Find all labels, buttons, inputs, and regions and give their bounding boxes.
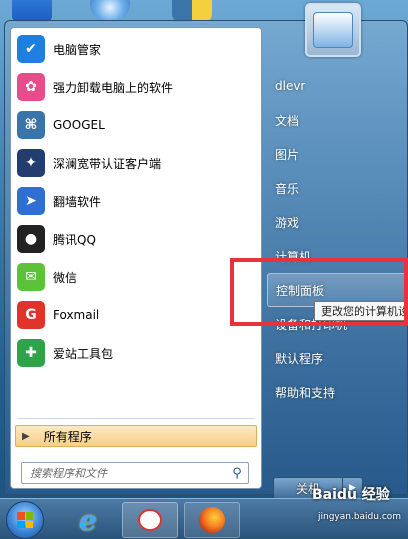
start-menu: ✔ 电脑管家 ✿ 强力卸载电脑上的软件 ⌘ GOOGEL ✦ 深澜宽带认证客户端 ➤ 翻墙软件 ● 腾…: [4, 3, 408, 499]
qq-penguin-icon: ●: [17, 225, 45, 253]
search-icon[interactable]: ⚲: [226, 463, 248, 483]
baidu-watermark: Baidu 经验: [312, 487, 390, 503]
program-item[interactable]: ✔ 电脑管家: [11, 30, 261, 68]
program-item[interactable]: ➤ 翻墙软件: [11, 182, 261, 220]
program-label: GOOGEL: [53, 118, 105, 132]
desktop-tencent-icon[interactable]: [12, 0, 52, 22]
all-programs-label: 所有程序: [43, 429, 92, 444]
program-item[interactable]: ✉ 微信: [11, 258, 261, 296]
user-account-picture[interactable]: [305, 3, 361, 57]
taskbar-firefox[interactable]: [184, 502, 240, 538]
program-item[interactable]: G Foxmail: [11, 296, 261, 334]
program-item[interactable]: ⌘ GOOGEL: [11, 106, 261, 144]
taskbar-paint[interactable]: [122, 502, 178, 538]
desktop-python-icon[interactable]: [172, 0, 212, 22]
all-programs-button[interactable]: ▶ 所有程序: [15, 425, 257, 447]
program-label: 电脑管家: [53, 42, 102, 57]
internet-explorer-icon: e: [79, 503, 97, 537]
uninstaller-icon: ✿: [17, 73, 45, 101]
right-menu-item[interactable]: 图片: [267, 137, 408, 171]
python-icon: ⌘: [17, 111, 45, 139]
start-button[interactable]: [6, 501, 44, 539]
taskbar-internet-explorer[interactable]: e: [60, 502, 116, 538]
right-menu-item[interactable]: 计算机: [267, 239, 408, 273]
desktop-vpn-icon[interactable]: [90, 0, 130, 22]
start-menu-right-pane: dlevr 文档 图片 音乐 游戏 计算机 控制面板 设备和打印机 默认程序 帮助和支持: [267, 69, 408, 409]
program-label: 腾讯QQ: [53, 232, 96, 247]
triangle-right-icon: ▶: [22, 430, 30, 442]
firefox-icon: [199, 507, 225, 533]
right-menu-item[interactable]: 文档: [267, 103, 408, 137]
right-menu-item[interactable]: 音乐: [267, 171, 408, 205]
program-label: 强力卸载电脑上的软件: [53, 80, 174, 95]
watermark-url: jingyan.baidu.com: [318, 512, 402, 522]
wechat-icon: ✉: [17, 263, 45, 291]
start-search-box[interactable]: ⚲: [21, 462, 249, 484]
program-item[interactable]: ✚ 爱站工具包: [11, 334, 261, 372]
program-item[interactable]: ✿ 强力卸载电脑上的软件: [11, 68, 261, 106]
tencent-pc-manager-icon: ✔: [17, 35, 45, 63]
broadband-client-icon: ✦: [17, 149, 45, 177]
right-menu-item[interactable]: 帮助和支持: [267, 375, 408, 409]
program-label: 翻墙软件: [53, 194, 102, 209]
user-picture-icon: [313, 12, 353, 48]
control-panel-tooltip: 更改您的计算机设置: [314, 301, 408, 321]
program-label: 微信: [53, 270, 78, 285]
right-menu-item[interactable]: 游戏: [267, 205, 408, 239]
program-label: 爱站工具包: [53, 346, 114, 361]
divider: [17, 418, 255, 419]
vpn-software-icon: ➤: [17, 187, 45, 215]
windows-logo-icon: [17, 512, 33, 528]
right-menu-item[interactable]: 默认程序: [267, 341, 408, 375]
start-menu-left-pane: ✔ 电脑管家 ✿ 强力卸载电脑上的软件 ⌘ GOOGEL ✦ 深澜宽带认证客户端 ➤ 翻墙软件 ● 腾…: [10, 27, 262, 489]
foxmail-icon: G: [17, 301, 45, 329]
right-menu-item[interactable]: dlevr: [267, 69, 408, 103]
program-label: Foxmail: [53, 308, 100, 322]
search-input[interactable]: [22, 463, 226, 483]
program-item[interactable]: ✦ 深澜宽带认证客户端: [11, 144, 261, 182]
paint-icon: [138, 509, 162, 531]
program-item[interactable]: ● 腾讯QQ: [11, 220, 261, 258]
aizhan-toolkit-icon: ✚: [17, 339, 45, 367]
program-list: ✔ 电脑管家 ✿ 强力卸载电脑上的软件 ⌘ GOOGEL ✦ 深澜宽带认证客户端 ➤ 翻墙软件 ● 腾…: [11, 30, 261, 372]
program-label: 深澜宽带认证客户端: [53, 156, 162, 171]
